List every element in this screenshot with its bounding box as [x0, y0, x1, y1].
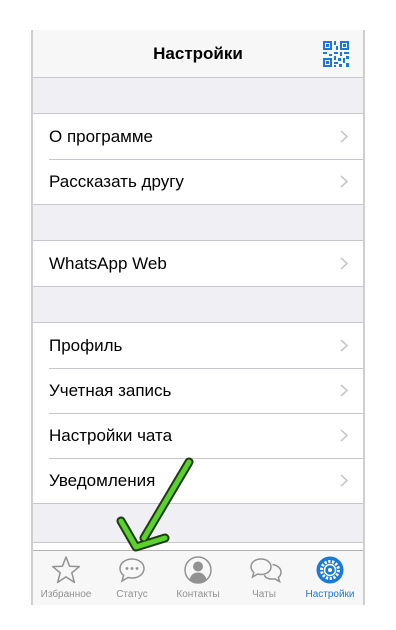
chevron-right-icon	[340, 130, 348, 143]
frame-edge-right	[363, 30, 365, 605]
settings-group-account: Профиль Учетная запись Настройки чата Ув…	[33, 322, 363, 504]
settings-row-about[interactable]: О программе	[33, 114, 363, 159]
tab-label: Статус	[116, 589, 148, 600]
speech-bubble-icon	[119, 558, 145, 583]
tab-settings[interactable]: Настройки	[297, 551, 363, 605]
settings-row-chat-settings[interactable]: Настройки чата	[33, 413, 363, 458]
settings-row-profile[interactable]: Профиль	[33, 323, 363, 368]
tab-label: Чаты	[252, 589, 276, 600]
tab-label: Контакты	[176, 589, 220, 600]
tab-contacts[interactable]: Контакты	[165, 551, 231, 605]
chats-icon	[250, 558, 282, 584]
tab-favorites[interactable]: Избранное	[33, 551, 99, 605]
qr-code-icon[interactable]	[323, 41, 349, 67]
chevron-right-icon	[340, 257, 348, 270]
tab-label: Настройки	[305, 589, 355, 600]
tab-status[interactable]: Статус	[99, 551, 165, 605]
chevron-right-icon	[340, 429, 348, 442]
settings-row-tell-friend[interactable]: Рассказать другу	[33, 159, 363, 204]
star-icon	[51, 556, 81, 584]
chevron-right-icon	[340, 384, 348, 397]
row-label: Рассказать другу	[49, 172, 184, 191]
row-label: WhatsApp Web	[49, 254, 167, 273]
navigation-bar: Настройки	[33, 30, 363, 78]
settings-group-web: WhatsApp Web	[33, 240, 363, 287]
settings-row-account[interactable]: Учетная запись	[33, 368, 363, 413]
person-icon	[184, 556, 212, 584]
tab-chats[interactable]: Чаты	[231, 551, 297, 605]
chevron-right-icon	[340, 175, 348, 188]
row-label: Профиль	[49, 336, 123, 355]
settings-row-notifications[interactable]: Уведомления	[33, 458, 363, 503]
row-label: Уведомления	[49, 471, 156, 490]
gear-icon	[316, 556, 344, 584]
tab-bar: Избранное Статус Контакты Чаты Настройки	[33, 550, 363, 605]
row-label: Учетная запись	[49, 381, 172, 400]
row-label: Настройки чата	[49, 426, 173, 445]
settings-screen: Настройки О программе Рассказать другу W…	[33, 30, 363, 605]
settings-group-about: О программе Рассказать другу	[33, 113, 363, 205]
chevron-right-icon	[340, 339, 348, 352]
chevron-right-icon	[340, 474, 348, 487]
settings-row-whatsapp-web[interactable]: WhatsApp Web	[33, 241, 363, 286]
page-title: Настройки	[153, 44, 243, 63]
tab-label: Избранное	[40, 589, 92, 600]
row-label: О программе	[49, 127, 154, 146]
